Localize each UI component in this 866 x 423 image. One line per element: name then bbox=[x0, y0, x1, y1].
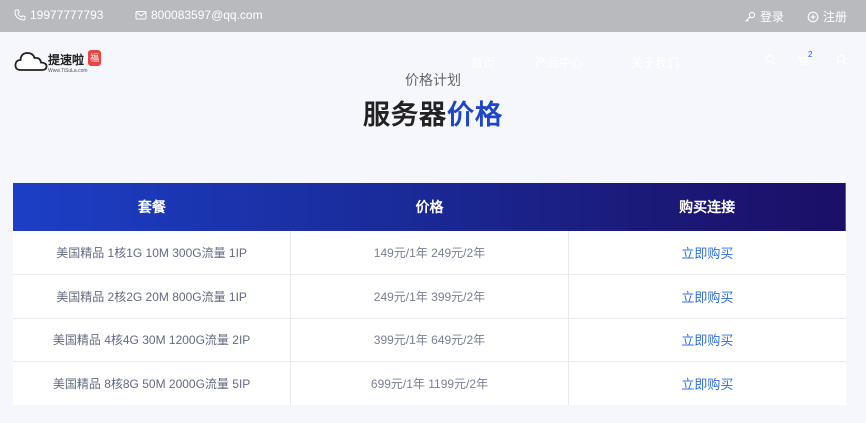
register-label: 注册 bbox=[823, 10, 848, 24]
menu-icon[interactable] bbox=[836, 54, 848, 66]
pricing-table: 套餐 价格 购买连接 美国精品 1核1G 10M 300G流量 1IP 149元… bbox=[13, 183, 846, 405]
header-plan: 套餐 bbox=[137, 199, 166, 215]
buy-now-link[interactable]: 立即购买 bbox=[568, 318, 846, 362]
price-cell: 149元/1年 249元/2年 bbox=[290, 231, 569, 275]
buy-now-link[interactable]: 立即购买 bbox=[568, 362, 846, 406]
register-icon bbox=[807, 11, 819, 22]
register-link[interactable]: 注册 bbox=[807, 8, 847, 25]
plan-cell: 美国精品 1核1G 10M 300G流量 1IP bbox=[13, 231, 292, 275]
phone-contact[interactable]: 19977777793 bbox=[14, 8, 103, 22]
phone-icon bbox=[14, 9, 26, 21]
mail-icon bbox=[135, 11, 147, 20]
nav-about[interactable]: 关于我们 bbox=[631, 54, 679, 71]
plan-cell: 美国精品 8核8G 50M 2000G流量 5IP bbox=[13, 361, 292, 405]
key-icon bbox=[745, 11, 756, 22]
login-link[interactable]: 登录 bbox=[744, 8, 784, 25]
buy-now-link[interactable]: 立即购买 bbox=[568, 231, 846, 275]
section-subtitle: 价格计划 bbox=[405, 72, 461, 88]
section-title: 服务器价格 bbox=[0, 93, 866, 132]
section-title-accent: 价格 bbox=[447, 100, 503, 130]
table-row: 美国精品 8核8G 50M 2000G流量 5IP 699元/1年 1199元/… bbox=[13, 361, 846, 406]
table-header-row: 套餐 价格 购买连接 bbox=[13, 183, 846, 231]
brand-name: 提速啦 bbox=[48, 53, 85, 67]
buy-now-link[interactable]: 立即购买 bbox=[568, 274, 846, 319]
plan-cell: 美国精品 4核4G 30M 1200G流量 2IP bbox=[13, 318, 292, 362]
header-price: 价格 bbox=[415, 199, 444, 215]
price-cell: 249元/1年 399元/2年 bbox=[290, 274, 569, 319]
cart-count-badge: 2 bbox=[808, 50, 813, 59]
nav-products[interactable]: 产品中心 bbox=[535, 54, 583, 71]
cart-icon[interactable] bbox=[796, 54, 808, 66]
top-bar: 19977777793 800083597@qq.com 登录 注册 bbox=[0, 0, 866, 32]
phone-number: 19977777793 bbox=[30, 8, 104, 22]
plan-cell: 美国精品 2核2G 20M 800G流量 1IP bbox=[13, 274, 292, 319]
login-label: 登录 bbox=[760, 10, 785, 24]
table-row: 美国精品 4核4G 30M 1200G流量 2IP 399元/1年 649元/2… bbox=[13, 318, 846, 362]
price-cell: 399元/1年 649元/2年 bbox=[290, 318, 569, 362]
price-cell: 699元/1年 1199元/2年 bbox=[290, 361, 569, 405]
brand-badge: 福 bbox=[88, 50, 101, 66]
section-title-main: 服务器 bbox=[363, 100, 447, 130]
table-row: 美国精品 1核1G 10M 300G流量 1IP 149元/1年 249元/2年… bbox=[13, 231, 846, 275]
nav-home[interactable]: 首页 bbox=[471, 54, 495, 71]
email-contact[interactable]: 800083597@qq.com bbox=[135, 8, 263, 22]
header-buy-link: 购买连接 bbox=[679, 199, 736, 215]
table-row: 美国精品 2核2G 20M 800G流量 1IP 249元/1年 399元/2年… bbox=[13, 274, 846, 319]
search-icon[interactable] bbox=[765, 54, 777, 66]
email-address: 800083597@qq.com bbox=[151, 8, 263, 22]
